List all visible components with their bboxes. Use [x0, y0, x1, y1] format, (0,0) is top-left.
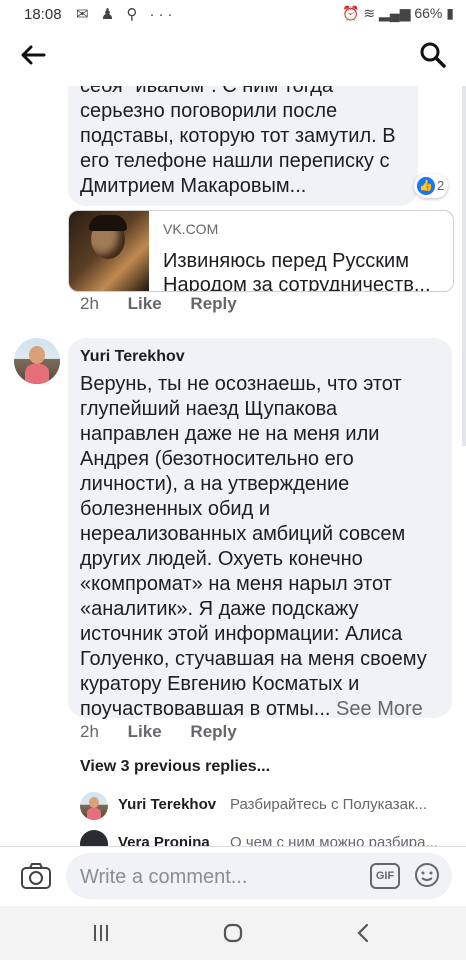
see-more-link[interactable]: See More	[336, 698, 423, 720]
reply-text: Разбирайтесь с Полуказак...	[230, 796, 428, 813]
avatar[interactable]	[14, 338, 60, 384]
back-icon[interactable]	[348, 920, 378, 946]
battery-level: 66%	[414, 5, 443, 21]
camera-icon[interactable]	[20, 861, 52, 891]
status-time: 18:08	[24, 6, 62, 23]
comment-author[interactable]: Yuri Terekhov	[80, 348, 185, 366]
avatar	[80, 830, 108, 846]
back-arrow-icon[interactable]	[18, 40, 48, 70]
gif-button[interactable]: GIF	[370, 863, 400, 889]
view-previous-replies[interactable]: View 3 previous replies...	[80, 758, 270, 776]
top-bar	[0, 30, 466, 86]
status-bar: 18:08 ✉ ♟ ⚲ ··· ⏰ ≋ ▂▄▆ 66% ▮	[0, 0, 466, 30]
link-domain: VK.COM	[163, 221, 219, 237]
like-button[interactable]: Like	[128, 722, 162, 741]
like-button[interactable]: Like	[128, 294, 162, 313]
reply-text: О чем с ним можно разбира...	[230, 834, 438, 846]
comment-time: 2h	[80, 722, 99, 741]
comment-composer: Write a comment... GIF	[0, 846, 466, 907]
notification-icons: ✉ ♟ ⚲ ···	[76, 6, 177, 23]
comment-time: 2h	[80, 294, 99, 313]
alarm-icon: ⏰	[342, 5, 360, 21]
scrollbar[interactable]	[462, 86, 466, 446]
battery-icon: ▮	[446, 5, 454, 21]
reply-author: Vera Pronina	[118, 834, 210, 846]
comment-input-placeholder: Write a comment...	[80, 866, 248, 888]
wifi-icon: ≋	[363, 5, 376, 21]
comment-bubble: Yuri Terekhov Верунь, ты не осознаешь, ч…	[68, 338, 452, 720]
status-right: ⏰ ≋ ▂▄▆ 66% ▮	[342, 5, 454, 22]
comment-actions: 2h Like Reply	[80, 722, 261, 742]
comment-text: Верунь, ты не осознаешь, что этот глупей…	[80, 372, 430, 722]
search-icon[interactable]	[418, 40, 448, 70]
comments-list[interactable]: себя "иваном". С ним тогда серьезно пого…	[0, 86, 466, 846]
link-thumbnail	[69, 211, 149, 291]
signal-icon: ▂▄▆	[379, 5, 411, 21]
recent-apps-icon[interactable]	[86, 920, 116, 946]
comment-body: Верунь, ты не осознаешь, что этот глупей…	[80, 373, 427, 720]
home-icon[interactable]	[218, 920, 248, 946]
comment-actions: 2h Like Reply	[80, 294, 261, 314]
reply-button[interactable]: Reply	[190, 722, 236, 741]
reply-author: Yuri Terekhov	[118, 796, 217, 813]
comment-input[interactable]: Write a comment... GIF	[66, 853, 452, 899]
comment-bubble: себя "иваном". С ним тогда серьезно пого…	[68, 86, 418, 206]
emoji-icon[interactable]	[414, 862, 440, 888]
reply-item[interactable]: Vera Pronina О чем с ним можно разбира..…	[80, 830, 450, 846]
avatar	[80, 792, 108, 820]
link-preview[interactable]: VK.COM Извиняюсь перед Русским Народом з…	[68, 210, 454, 292]
reaction-count: 2	[437, 178, 445, 193]
reply-button[interactable]: Reply	[190, 294, 236, 313]
reply-item[interactable]: Yuri Terekhov Разбирайтесь с Полуказак..…	[80, 792, 450, 822]
link-title: Извиняюсь перед Русским Народом за сотру…	[163, 250, 431, 292]
like-reaction-icon: 👍	[417, 177, 435, 195]
comment-text: себя "иваном". С ним тогда серьезно пого…	[80, 86, 396, 197]
reaction-summary[interactable]: 👍 2	[414, 174, 448, 198]
system-nav-bar	[0, 906, 466, 960]
